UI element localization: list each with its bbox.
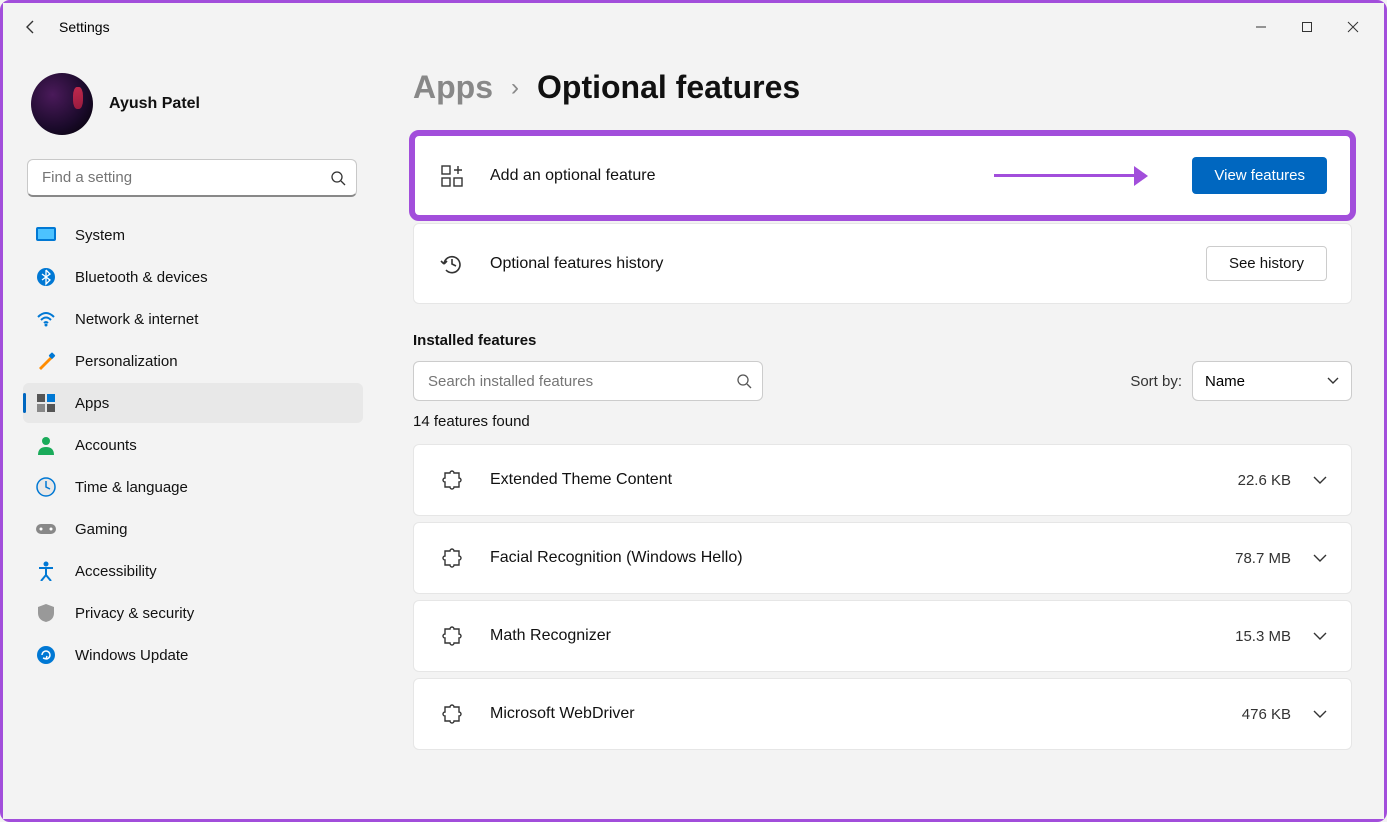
sidebar-item-accessibility[interactable]: Accessibility: [23, 551, 363, 591]
minimize-button[interactable]: [1238, 11, 1284, 43]
add-feature-card: Add an optional feature View features: [413, 134, 1352, 217]
breadcrumb-parent[interactable]: Apps: [413, 69, 493, 106]
sidebar-item-time-language[interactable]: Time & language: [23, 467, 363, 507]
chevron-down-icon: [1327, 377, 1339, 385]
feature-size: 15.3 MB: [1235, 628, 1291, 645]
page-title: Optional features: [537, 69, 800, 106]
view-features-button[interactable]: View features: [1192, 157, 1327, 194]
history-card: Optional features history See history: [413, 223, 1352, 304]
maximize-button[interactable]: [1284, 11, 1330, 43]
bluetooth-icon: [35, 266, 57, 288]
shield-icon: [35, 602, 57, 624]
back-button[interactable]: [11, 7, 51, 47]
sort-label: Sort by:: [1130, 373, 1182, 390]
feature-name: Microsoft WebDriver: [490, 705, 635, 723]
feature-size: 22.6 KB: [1238, 472, 1291, 489]
search-installed-features[interactable]: [413, 361, 763, 401]
chevron-down-icon: [1313, 710, 1327, 719]
puzzle-icon: [438, 547, 466, 569]
feature-row[interactable]: Extended Theme Content 22.6 KB: [413, 444, 1352, 516]
history-icon: [438, 252, 466, 276]
sidebar-item-gaming[interactable]: Gaming: [23, 509, 363, 549]
add-tile-icon: [438, 164, 466, 188]
sidebar-item-label: Windows Update: [75, 647, 188, 664]
search-icon: [330, 170, 346, 186]
search-settings[interactable]: [27, 159, 357, 197]
apps-icon: [35, 392, 57, 414]
feature-row[interactable]: Microsoft WebDriver 476 KB: [413, 678, 1352, 750]
sidebar-item-label: Network & internet: [75, 311, 198, 328]
gamepad-icon: [35, 518, 57, 540]
wifi-icon: [35, 308, 57, 330]
sidebar-item-bluetooth[interactable]: Bluetooth & devices: [23, 257, 363, 297]
see-history-button[interactable]: See history: [1206, 246, 1327, 281]
chevron-down-icon: [1313, 476, 1327, 485]
puzzle-icon: [438, 625, 466, 647]
history-label: Optional features history: [490, 255, 663, 273]
sidebar-item-label: System: [75, 227, 125, 244]
puzzle-icon: [438, 469, 466, 491]
sidebar-item-apps[interactable]: Apps: [23, 383, 363, 423]
sidebar-item-network[interactable]: Network & internet: [23, 299, 363, 339]
chevron-down-icon: [1313, 554, 1327, 563]
username: Ayush Patel: [109, 95, 200, 113]
profile[interactable]: Ayush Patel: [23, 61, 363, 155]
brush-icon: [35, 350, 57, 372]
sidebar-item-label: Accessibility: [75, 563, 157, 580]
feature-row[interactable]: Math Recognizer 15.3 MB: [413, 600, 1352, 672]
sidebar-item-personalization[interactable]: Personalization: [23, 341, 363, 381]
feature-size: 78.7 MB: [1235, 550, 1291, 567]
titlebar: Settings: [3, 3, 1384, 51]
installed-header: Installed features: [413, 332, 1352, 349]
sidebar-item-label: Privacy & security: [75, 605, 194, 622]
system-icon: [35, 224, 57, 246]
search-icon: [736, 373, 752, 389]
sidebar-item-label: Bluetooth & devices: [75, 269, 208, 286]
sidebar-item-label: Apps: [75, 395, 109, 412]
sidebar-item-accounts[interactable]: Accounts: [23, 425, 363, 465]
sidebar-item-label: Accounts: [75, 437, 137, 454]
puzzle-icon: [438, 703, 466, 725]
sidebar: Ayush Patel System Bluetooth & devices N…: [3, 51, 373, 819]
avatar: [31, 73, 93, 135]
sort-select[interactable]: Name: [1192, 361, 1352, 401]
chevron-right-icon: ›: [511, 74, 519, 102]
search-installed-input[interactable]: [428, 373, 736, 390]
chevron-down-icon: [1313, 632, 1327, 641]
sidebar-item-label: Gaming: [75, 521, 128, 538]
accessibility-icon: [35, 560, 57, 582]
close-button[interactable]: [1330, 11, 1376, 43]
features-found-count: 14 features found: [413, 413, 1352, 430]
sidebar-item-label: Personalization: [75, 353, 178, 370]
sort-value: Name: [1205, 373, 1245, 390]
window-title: Settings: [59, 19, 110, 35]
add-feature-label: Add an optional feature: [490, 167, 655, 185]
feature-size: 476 KB: [1242, 706, 1291, 723]
feature-name: Extended Theme Content: [490, 471, 672, 489]
clock-globe-icon: [35, 476, 57, 498]
feature-name: Math Recognizer: [490, 627, 611, 645]
annotation-arrow: [994, 166, 1148, 186]
breadcrumb: Apps › Optional features: [413, 69, 1352, 106]
sidebar-item-label: Time & language: [75, 479, 188, 496]
sidebar-item-system[interactable]: System: [23, 215, 363, 255]
feature-name: Facial Recognition (Windows Hello): [490, 549, 743, 567]
search-input[interactable]: [42, 169, 330, 186]
feature-row[interactable]: Facial Recognition (Windows Hello) 78.7 …: [413, 522, 1352, 594]
person-icon: [35, 434, 57, 456]
sidebar-item-windows-update[interactable]: Windows Update: [23, 635, 363, 675]
update-icon: [35, 644, 57, 666]
main-content: Apps › Optional features Add an optional…: [373, 51, 1384, 819]
sidebar-item-privacy[interactable]: Privacy & security: [23, 593, 363, 633]
